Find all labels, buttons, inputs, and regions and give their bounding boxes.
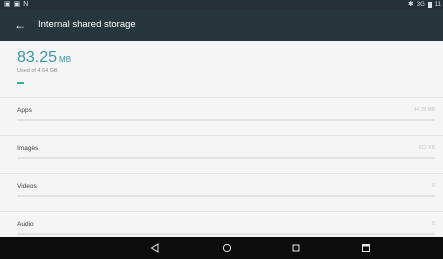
category-size: 0 — [432, 221, 435, 227]
category-label: Apps — [17, 107, 32, 114]
bluetooth-icon: ✱ — [407, 1, 414, 8]
notification-n-icon: N — [23, 1, 29, 8]
back-arrow-icon[interactable]: ← — [11, 16, 29, 34]
navigation-bar — [0, 237, 443, 259]
screen: ▣ ▣ N ✱ 3G 11 ← Internal shared storage … — [0, 0, 443, 259]
triangle-back-icon — [150, 243, 159, 253]
nav-home-icon[interactable] — [220, 241, 234, 255]
used-value: 83.25 — [17, 49, 58, 66]
status-time: 11 — [434, 2, 441, 8]
square-recents-icon — [292, 244, 300, 252]
nav-screenshot-icon[interactable] — [359, 241, 373, 255]
used-unit: MB — [59, 55, 72, 64]
gallery-icon: ▣ — [4, 1, 11, 8]
battery-icon — [427, 2, 432, 8]
category-row-videos[interactable]: Videos 0 — [0, 173, 443, 211]
category-list: Apps 44.39 MB Images 512 KB Videos 0 Aud… — [0, 97, 443, 249]
category-size: 512 KB — [418, 145, 435, 151]
storage-progress-bar — [17, 82, 427, 84]
category-bar — [17, 233, 435, 235]
nav-recents-icon[interactable] — [289, 241, 303, 255]
circle-home-icon — [222, 243, 232, 253]
status-right-icons: ✱ 3G 11 — [408, 0, 441, 10]
category-bar — [17, 119, 435, 121]
signal-3g-icon: 3G — [416, 2, 425, 8]
category-label: Audio — [17, 221, 34, 228]
status-bar: ▣ ▣ N ✱ 3G 11 — [0, 0, 443, 10]
category-bar — [17, 195, 435, 197]
status-left-icons: ▣ ▣ N — [4, 0, 28, 10]
category-row-images[interactable]: Images 512 KB — [0, 135, 443, 173]
category-size: 44.39 MB — [413, 107, 435, 113]
app-bar: ← Internal shared storage — [0, 10, 443, 41]
storage-progress-fill — [17, 82, 25, 84]
screenshot-icon — [362, 244, 370, 252]
gallery-icon: ▣ — [13, 1, 21, 8]
category-label: Videos — [17, 183, 37, 190]
page-title: Internal shared storage — [38, 19, 136, 30]
nav-back-icon[interactable] — [148, 241, 162, 255]
used-amount: 83.25 MB — [17, 49, 71, 69]
category-label: Images — [17, 145, 39, 152]
used-of-total: Used of 4.64 GB — [17, 68, 58, 74]
category-size: 0 — [432, 183, 435, 189]
category-bar — [17, 157, 435, 159]
category-row-apps[interactable]: Apps 44.39 MB — [0, 97, 443, 135]
storage-summary: 83.25 MB Used of 4.64 GB — [0, 41, 443, 97]
